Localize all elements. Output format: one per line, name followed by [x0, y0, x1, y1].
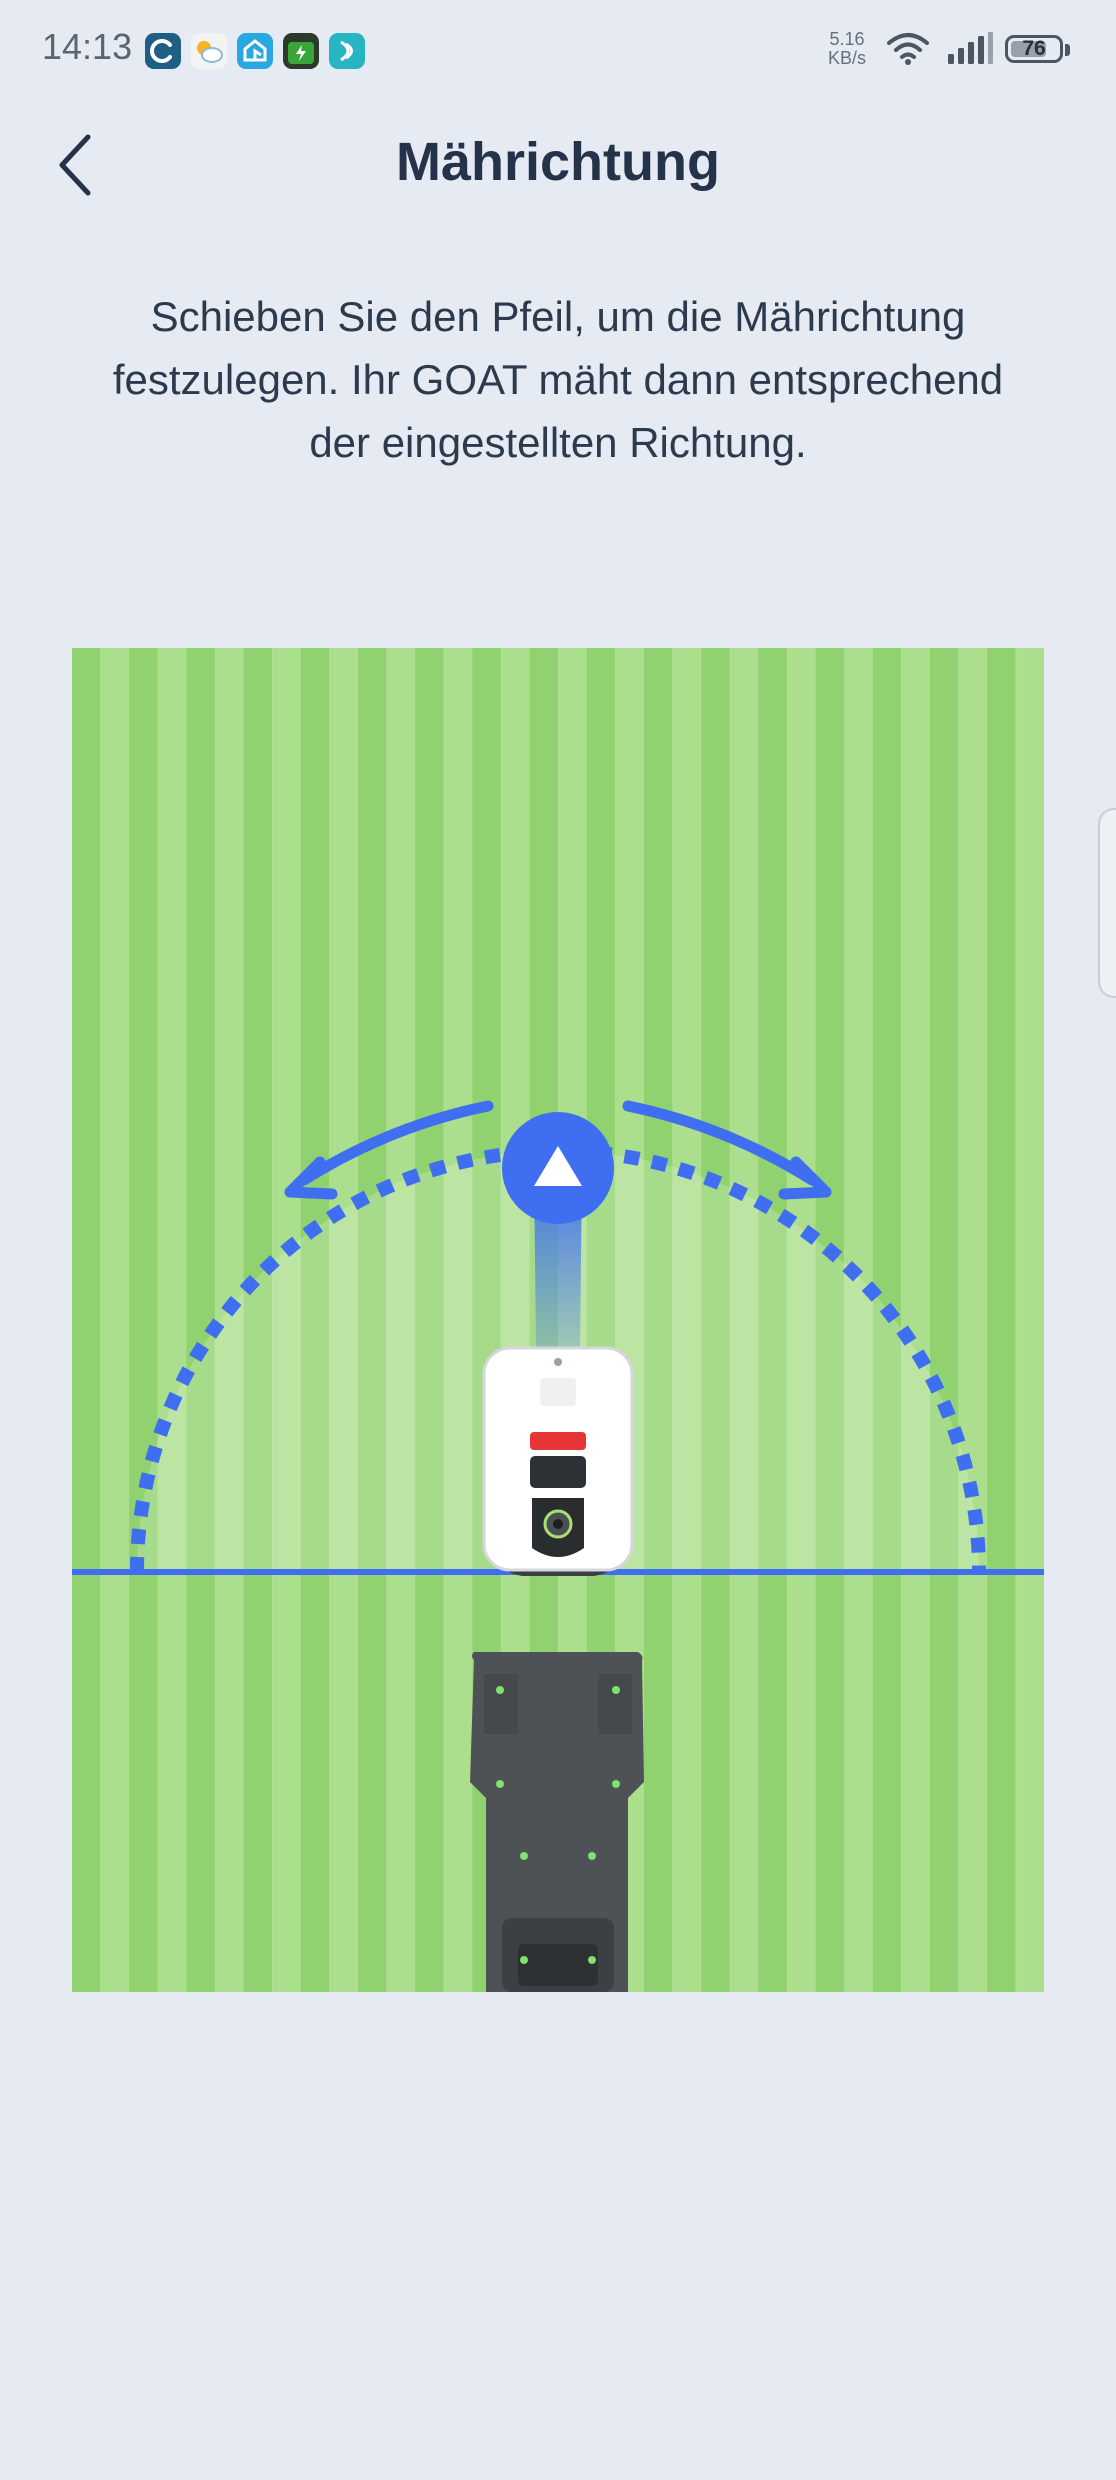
instruction-text: Schieben Sie den Pfeil, um die Mährichtu…	[112, 293, 1004, 466]
status-time: 14:13	[42, 26, 133, 67]
signal-icon	[948, 32, 993, 64]
battery-indicator: 76	[1005, 35, 1063, 63]
edge-handle[interactable]	[1098, 808, 1116, 998]
direction-handle[interactable]	[502, 1112, 614, 1224]
robot-mower	[482, 1346, 634, 1576]
mowing-direction-panel[interactable]	[72, 648, 1044, 1992]
speed-unit: KB/s	[828, 48, 867, 68]
app-home-icon	[237, 33, 273, 69]
app-swirl-icon	[329, 33, 365, 69]
lawn-illustration	[72, 648, 1044, 1992]
status-bar: 14:13 5.16 KB/s 76	[0, 0, 1116, 100]
app-battery-icon	[283, 33, 319, 69]
app-c-icon	[145, 33, 181, 69]
app-weather-icon	[191, 33, 227, 69]
battery-label: 76	[1022, 37, 1046, 60]
network-speed: 5.16 KB/s	[828, 30, 866, 68]
battery-cap	[1065, 44, 1070, 56]
page-title: Mährichtung	[396, 132, 720, 192]
wifi-icon	[887, 33, 929, 65]
charging-station	[470, 1652, 644, 1992]
speed-value: 5.16	[829, 29, 865, 49]
